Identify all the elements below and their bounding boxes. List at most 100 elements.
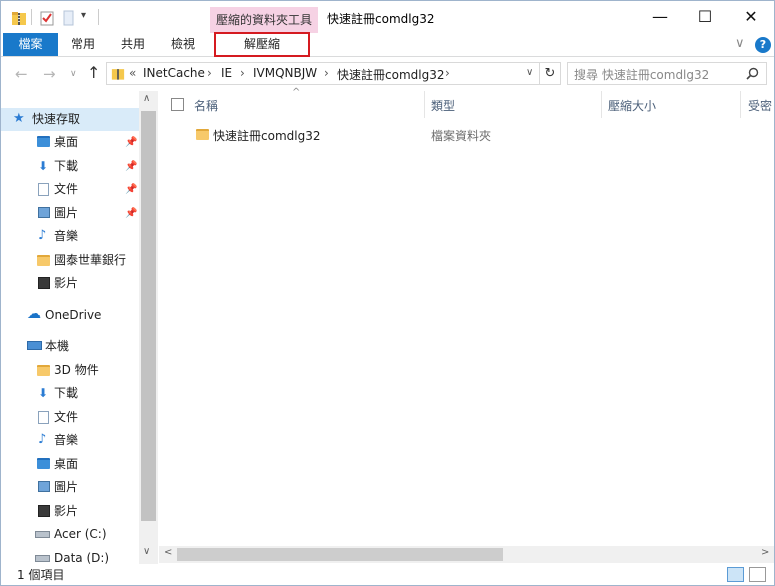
- nav-item-desktop[interactable]: 桌面: [1, 453, 139, 476]
- new-folder-icon[interactable]: [61, 10, 77, 26]
- chevron-right-icon[interactable]: ›: [324, 66, 329, 80]
- horizontal-scrollbar-thumb[interactable]: [177, 548, 503, 561]
- item-count: 1 個項目: [17, 568, 65, 582]
- tab-share[interactable]: 共用: [113, 33, 153, 56]
- maximize-button[interactable]: ☐: [682, 1, 728, 33]
- zip-folder-icon: [111, 69, 125, 80]
- nav-item-music[interactable]: ♪ 音樂: [1, 225, 139, 248]
- divider: [31, 9, 32, 25]
- nav-item-cathay[interactable]: 國泰世華銀行: [1, 249, 139, 272]
- refresh-icon[interactable]: ↻: [540, 62, 561, 85]
- expand-ribbon-chevron-icon[interactable]: ∨: [735, 36, 745, 51]
- large-icons-view-icon[interactable]: [749, 567, 766, 582]
- status-bar: 1 個項目: [1, 564, 774, 585]
- select-all-checkbox[interactable]: [171, 98, 184, 111]
- column-divider[interactable]: [424, 91, 425, 118]
- contextual-tab-group-label: 壓縮的資料夾工具: [210, 7, 318, 33]
- nav-label: 3D 物件: [54, 363, 99, 377]
- address-bar[interactable]: « INetCache › IE › IVMQNBJW › 快速註冊comdlg…: [106, 62, 540, 85]
- document-icon: [38, 411, 49, 424]
- nav-label: 音樂: [54, 229, 79, 243]
- search-placeholder: 搜尋 快速註冊comdlg32: [574, 68, 710, 82]
- overflow-crumb[interactable]: «: [129, 66, 136, 80]
- details-view-icon[interactable]: [727, 567, 744, 582]
- nav-item-desktop[interactable]: 桌面 📌: [1, 131, 139, 154]
- back-arrow-icon[interactable]: ←: [15, 65, 28, 83]
- address-row: ← → ∨ ↑ « INetCache › IE › IVMQNBJW › 快速…: [1, 57, 774, 91]
- computer-icon: [27, 341, 42, 350]
- nav-item-pictures[interactable]: 圖片 📌: [1, 202, 139, 225]
- nav-item-drive-c[interactable]: Acer (C:): [1, 523, 139, 546]
- explorer-window: ▾ 壓縮的資料夾工具 快速註冊comdlg32 — ☐ ✕ 檔案 常用 共用 檢…: [0, 0, 775, 586]
- pictures-icon: [38, 207, 50, 218]
- chevron-right-icon[interactable]: ›: [240, 66, 245, 80]
- title-bar: ▾ 壓縮的資料夾工具 快速註冊comdlg32 — ☐ ✕: [1, 1, 774, 33]
- nav-quick-access[interactable]: ★ 快速存取: [1, 108, 139, 131]
- scroll-up-icon[interactable]: ∧: [143, 93, 150, 104]
- breadcrumb-inetcache[interactable]: INetCache: [143, 66, 205, 80]
- breadcrumb-current-folder[interactable]: 快速註冊comdlg32: [337, 66, 444, 83]
- scroll-right-icon[interactable]: >: [761, 547, 769, 558]
- search-input[interactable]: 搜尋 快速註冊comdlg32: [567, 62, 767, 85]
- desktop-icon: [37, 136, 50, 147]
- nav-scrollbar-thumb[interactable]: [141, 111, 156, 521]
- cloud-icon: ☁: [27, 306, 41, 322]
- nav-item-videos[interactable]: 影片: [1, 272, 139, 295]
- breadcrumb-ivmqnbjw[interactable]: IVMQNBJW: [253, 66, 317, 80]
- video-icon: [38, 277, 50, 289]
- up-arrow-icon[interactable]: ↑: [87, 63, 100, 82]
- nav-item-documents[interactable]: 文件: [1, 406, 139, 429]
- pin-icon[interactable]: 📌: [125, 131, 137, 154]
- scroll-down-icon[interactable]: ∨: [143, 546, 150, 557]
- tab-extract[interactable]: 解壓縮: [214, 32, 310, 57]
- nav-label: 桌面: [54, 135, 79, 149]
- column-header-type[interactable]: 類型: [431, 96, 455, 116]
- chevron-right-icon[interactable]: ›: [207, 66, 212, 80]
- pin-icon[interactable]: 📌: [125, 155, 137, 178]
- nav-item-music[interactable]: ♪ 音樂: [1, 429, 139, 452]
- ribbon-tab-bar: 檔案 常用 共用 檢視 解壓縮 ∨ ?: [1, 32, 774, 57]
- drive-icon: [35, 531, 50, 538]
- nav-item-drive-d[interactable]: Data (D:): [1, 547, 139, 564]
- column-header-name[interactable]: 名稱: [194, 96, 218, 116]
- help-icon[interactable]: ?: [755, 37, 771, 53]
- divider: [98, 9, 99, 25]
- column-header-protected[interactable]: 受密: [748, 96, 772, 116]
- nav-item-downloads[interactable]: ⬇ 下載: [1, 382, 139, 405]
- tab-home[interactable]: 常用: [63, 33, 103, 56]
- document-icon: [38, 183, 49, 196]
- breadcrumb-ie[interactable]: IE: [221, 66, 232, 80]
- search-icon[interactable]: [746, 67, 759, 80]
- recent-locations-chevron-icon[interactable]: ∨: [70, 69, 77, 79]
- minimize-button[interactable]: —: [637, 1, 683, 33]
- forward-arrow-icon[interactable]: →: [43, 65, 56, 83]
- nav-item-pictures[interactable]: 圖片: [1, 476, 139, 499]
- scroll-left-icon[interactable]: <: [164, 547, 172, 558]
- column-divider[interactable]: [601, 91, 602, 118]
- nav-item-downloads[interactable]: ⬇ 下載 📌: [1, 155, 139, 178]
- tab-file[interactable]: 檔案: [3, 33, 58, 56]
- nav-label: 影片: [54, 276, 79, 290]
- pin-icon[interactable]: 📌: [125, 202, 137, 225]
- table-row[interactable]: 快速註冊comdlg32 檔案資料夾: [187, 124, 567, 146]
- nav-this-pc[interactable]: 本機: [1, 335, 139, 358]
- address-history-chevron-icon[interactable]: ∨: [526, 67, 533, 78]
- close-button[interactable]: ✕: [728, 1, 774, 33]
- nav-item-videos[interactable]: 影片: [1, 500, 139, 523]
- column-header-compressed-size[interactable]: 壓縮大小: [608, 96, 656, 116]
- column-divider[interactable]: [740, 91, 741, 118]
- properties-icon[interactable]: [39, 10, 55, 26]
- file-name: 快速註冊comdlg32: [213, 129, 321, 143]
- customize-quick-access-chevron-icon[interactable]: ▾: [81, 10, 86, 21]
- nav-item-documents[interactable]: 文件 📌: [1, 178, 139, 201]
- chevron-right-icon[interactable]: ›: [445, 66, 450, 80]
- nav-label: Data (D:): [54, 551, 110, 564]
- horizontal-scrollbar[interactable]: < >: [159, 546, 774, 563]
- nav-item-3d-objects[interactable]: 3D 物件: [1, 359, 139, 382]
- nav-label: 影片: [54, 504, 79, 518]
- nav-onedrive[interactable]: ☁ OneDrive: [1, 304, 139, 327]
- nav-label: 快速存取: [32, 112, 81, 126]
- desktop-icon: [37, 458, 50, 469]
- pin-icon[interactable]: 📌: [125, 178, 137, 201]
- tab-view[interactable]: 檢視: [163, 33, 203, 56]
